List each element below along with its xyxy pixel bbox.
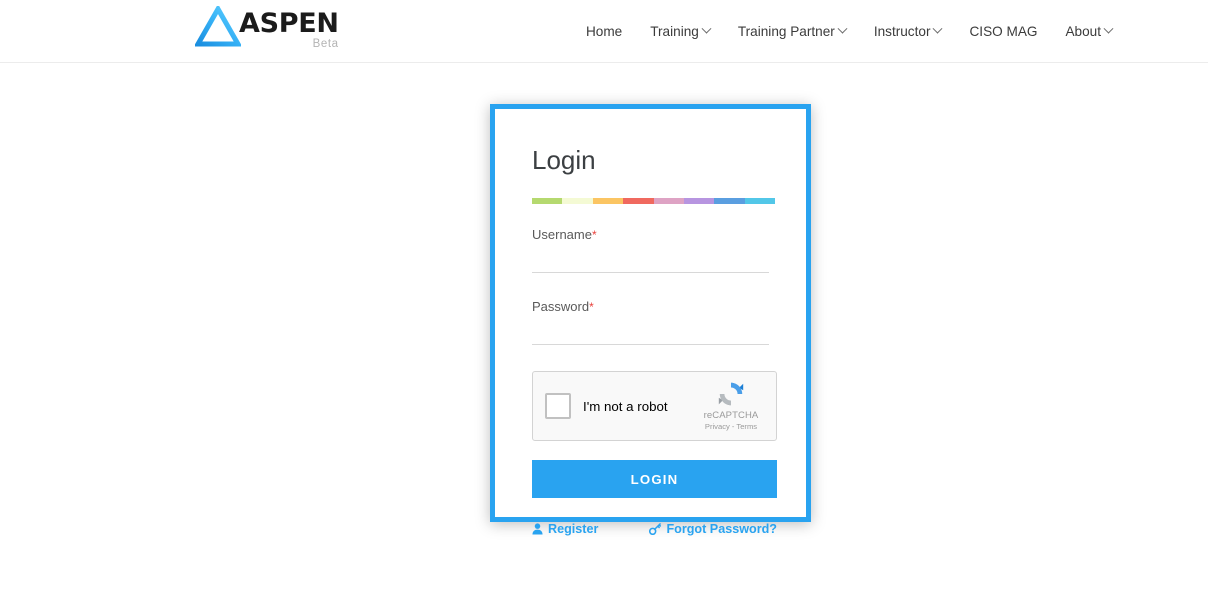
nav-item-label: CISO MAG [969, 23, 1038, 39]
required-asterisk: * [591, 228, 597, 242]
nav-item-label: About [1065, 23, 1101, 39]
card-footer-links: Register Forgot Password? [532, 522, 777, 536]
nav-item-training-partner[interactable]: Training Partner [737, 23, 848, 39]
register-link[interactable]: Register [532, 522, 598, 536]
recaptcha-branding: reCAPTCHA Privacy - Terms [695, 379, 767, 431]
username-input[interactable] [532, 251, 769, 273]
username-label-text: Username [532, 227, 592, 242]
color-segment [562, 198, 593, 204]
login-button[interactable]: LOGIN [532, 460, 777, 498]
aspen-triangle-logo-icon [195, 6, 241, 47]
color-segment [683, 198, 715, 204]
username-field-group: Username* [532, 227, 769, 273]
site-header: ASPEN Beta Home Training Training Partne… [0, 0, 1208, 63]
register-link-label: Register [548, 522, 599, 536]
brand-name: ASPEN [239, 8, 339, 39]
user-icon [532, 523, 543, 535]
forgot-password-link[interactable]: Forgot Password? [649, 522, 777, 536]
password-label-text: Password [532, 299, 590, 314]
forgot-password-link-label: Forgot Password? [666, 522, 777, 536]
color-segment [592, 198, 624, 204]
nav-item-label: Home [585, 23, 623, 39]
nav-item-instructor[interactable]: Instructor [873, 23, 943, 39]
brand-logo[interactable]: ASPEN Beta [195, 6, 339, 56]
page-title: Login [532, 145, 596, 175]
username-label: Username* [532, 227, 769, 242]
chevron-down-icon [1103, 23, 1114, 34]
password-field-group: Password* [532, 299, 769, 345]
login-card: Login Username* Password* I'm not a robo… [490, 104, 811, 536]
brand-tagline: Beta [312, 38, 339, 50]
recaptcha-label: I'm not a robot [583, 398, 668, 414]
chevron-down-icon [837, 23, 848, 34]
decorative-color-divider [532, 198, 775, 204]
color-segment [532, 198, 563, 204]
color-segment [744, 198, 775, 204]
nav-item-ciso-mag[interactable]: CISO MAG [969, 24, 1037, 39]
color-segment [653, 198, 684, 204]
key-icon [649, 523, 662, 535]
color-segment [714, 198, 745, 204]
nav-item-label: Instructor [873, 23, 931, 39]
recaptcha-logo-icon [718, 382, 744, 406]
recaptcha-widget[interactable]: I'm not a robot reCAPTCHA Privacy - Term… [532, 371, 777, 441]
chevron-down-icon [701, 23, 712, 34]
password-input[interactable] [532, 323, 769, 345]
nav-item-label: Training Partner [737, 23, 835, 39]
nav-item-about[interactable]: About [1065, 23, 1114, 39]
required-asterisk: * [589, 300, 594, 314]
chevron-down-icon [933, 23, 943, 34]
recaptcha-brand-name: reCAPTCHA [703, 410, 759, 421]
recaptcha-checkbox[interactable] [545, 393, 571, 419]
nav-item-home[interactable]: Home [586, 24, 622, 39]
nav-item-label: Training [650, 23, 699, 39]
nav-item-training[interactable]: Training [650, 23, 712, 39]
color-segment [623, 198, 654, 204]
recaptcha-legal-links[interactable]: Privacy - Terms [695, 422, 767, 431]
main-navigation: Home Training Training Partner Instructo… [586, 0, 1114, 62]
password-label: Password* [532, 299, 769, 314]
